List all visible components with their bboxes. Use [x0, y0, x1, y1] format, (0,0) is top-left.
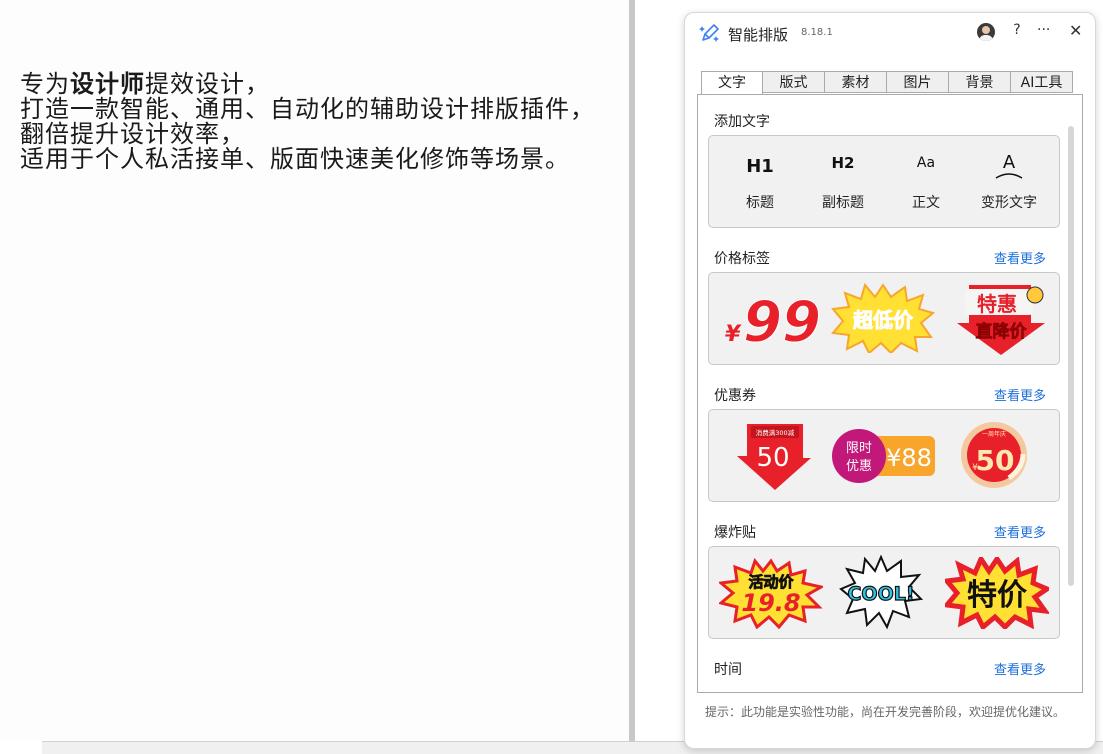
- coupon-50-arrow-sticker[interactable]: 消费满300减 50: [733, 420, 813, 492]
- coupon-88-text: ¥88: [886, 444, 932, 472]
- aa-icon: Aa: [916, 155, 936, 171]
- user-avatar[interactable]: [977, 23, 995, 41]
- event-price-19-8-sticker[interactable]: 活动价 19.8: [717, 557, 826, 630]
- experimental-tip: 提示：此功能是实验性功能，尚在开发完善阶段，欢迎提优化建议。: [705, 705, 1066, 719]
- event-price-value: 19.8: [741, 589, 800, 617]
- close-button[interactable]: ✕: [1069, 21, 1082, 40]
- price-tag-99-sticker[interactable]: ¥ 99: [721, 285, 821, 356]
- yen-symbol: ¥: [725, 322, 742, 347]
- panel-titlebar[interactable]: 智能排版 8.18.1 ? ··· ✕: [685, 13, 1095, 53]
- cool-text: COOL!: [847, 583, 914, 605]
- canvas-text-line: 打造一款智能、通用、自动化的辅助设计排版插件，: [20, 95, 595, 123]
- price-tags-card: ¥ 99 超低价 特惠 直降价: [708, 272, 1060, 365]
- help-button[interactable]: ?: [1009, 22, 1025, 38]
- text-run: 专为: [20, 70, 70, 98]
- add-title-button[interactable]: H1 标题: [720, 136, 800, 226]
- add-warp-text-label: 变形文字: [981, 195, 1037, 211]
- burst-card: 活动价 19.8 COOL! 特价: [708, 546, 1060, 639]
- tab-background[interactable]: 背景: [948, 71, 1011, 93]
- anniversary-amount-text: 50: [976, 444, 1015, 477]
- scrollbar-thumb[interactable]: [1068, 126, 1074, 586]
- discount-text: 特惠: [977, 292, 1017, 316]
- canvas-text-line: 专为设计师提效设计，: [20, 72, 595, 97]
- app-title: 智能排版: [728, 26, 789, 44]
- section-title-time: 时间: [714, 662, 742, 678]
- section-title-burst: 爆炸贴: [714, 525, 756, 541]
- pen-sparkle-icon: [699, 22, 721, 44]
- canvas-divider: [629, 0, 635, 741]
- special-price-burst-sticker[interactable]: 特价: [942, 553, 1053, 631]
- super-low-price-sticker[interactable]: 超低价: [831, 282, 936, 355]
- anniversary-50-sticker[interactable]: 一周年庆 ¥ 50: [957, 418, 1031, 492]
- section-title-price-tags: 价格标签: [714, 251, 770, 267]
- coupon-amount-text: 50: [756, 443, 789, 473]
- limited-time-text: 限时: [846, 441, 872, 456]
- add-subtitle-label: 副标题: [822, 195, 864, 211]
- coupons-more-link[interactable]: 查看更多: [994, 385, 1046, 404]
- tab-text[interactable]: 文字: [701, 71, 763, 95]
- add-text-card: H1 标题 H2 副标题 Aa 正文 A 变形文字: [708, 135, 1060, 228]
- tab-images[interactable]: 图片: [886, 71, 949, 93]
- h1-icon: H1: [746, 156, 774, 177]
- tab-content-text: 添加文字 H1 标题 H2 副标题 Aa 正文 A 变形文字 价格标签 查看更多…: [697, 94, 1083, 693]
- cool-burst-sticker[interactable]: COOL!: [839, 554, 924, 631]
- canvas-text-line: 翻倍提升设计效率，: [20, 120, 245, 148]
- discount-price-drop-sticker[interactable]: 特惠 直降价: [955, 281, 1047, 357]
- h2-icon: H2: [831, 154, 855, 172]
- section-title-coupons: 优惠券: [714, 388, 756, 404]
- canvas-text-block[interactable]: 专为设计师提效设计， 打造一款智能、通用、自动化的辅助设计排版插件， 翻倍提升设…: [20, 72, 595, 172]
- plugin-panel: 智能排版 8.18.1 ? ··· ✕ 文字 版式 素材 图片 背景 AI工具 …: [684, 12, 1096, 749]
- add-subtitle-button[interactable]: H2 副标题: [803, 136, 883, 226]
- anniversary-text: 一周年庆: [982, 430, 1006, 438]
- document-canvas[interactable]: 专为设计师提效设计， 打造一款智能、通用、自动化的辅助设计排版插件， 翻倍提升设…: [0, 0, 630, 741]
- add-body-button[interactable]: Aa 正文: [886, 136, 966, 226]
- special-price-text: 特价: [967, 578, 1027, 613]
- app-version: 8.18.1: [801, 27, 833, 38]
- price-drop-text: 直降价: [976, 321, 1028, 342]
- warp-text-glyph: A: [1002, 152, 1016, 173]
- burst-more-link[interactable]: 查看更多: [994, 522, 1046, 541]
- add-body-label: 正文: [912, 195, 940, 211]
- more-options-button[interactable]: ···: [1037, 22, 1050, 38]
- tab-layout[interactable]: 版式: [762, 71, 825, 93]
- add-title-label: 标题: [746, 195, 774, 211]
- warp-text-icon: A: [969, 152, 1049, 179]
- limited-offer-88-sticker[interactable]: 限时 优惠 ¥88: [831, 428, 937, 484]
- tab-bar: 文字 版式 素材 图片 背景 AI工具: [701, 71, 1073, 95]
- tab-materials[interactable]: 素材: [824, 71, 887, 93]
- canvas-text-line: 适用于个人私活接单、版面快速美化修饰等场景。: [20, 145, 570, 173]
- text-run-bold: 设计师: [70, 70, 145, 98]
- tab-ai-tools[interactable]: AI工具: [1010, 71, 1073, 93]
- price-99-text: 99: [743, 290, 821, 351]
- coupon-condition-text: 消费满300减: [756, 428, 795, 437]
- section-title-add-text: 添加文字: [714, 114, 770, 130]
- coupons-card: 消费满300减 50 限时 优惠 ¥88 一周年庆 ¥ 50: [708, 409, 1060, 502]
- add-warp-text-button[interactable]: A 变形文字: [969, 136, 1049, 226]
- super-low-price-text: 超低价: [852, 308, 914, 332]
- time-more-link[interactable]: 查看更多: [994, 659, 1046, 678]
- offer-text: 优惠: [846, 459, 872, 474]
- price-tags-more-link[interactable]: 查看更多: [994, 248, 1046, 267]
- text-run: 提效设计，: [145, 70, 270, 98]
